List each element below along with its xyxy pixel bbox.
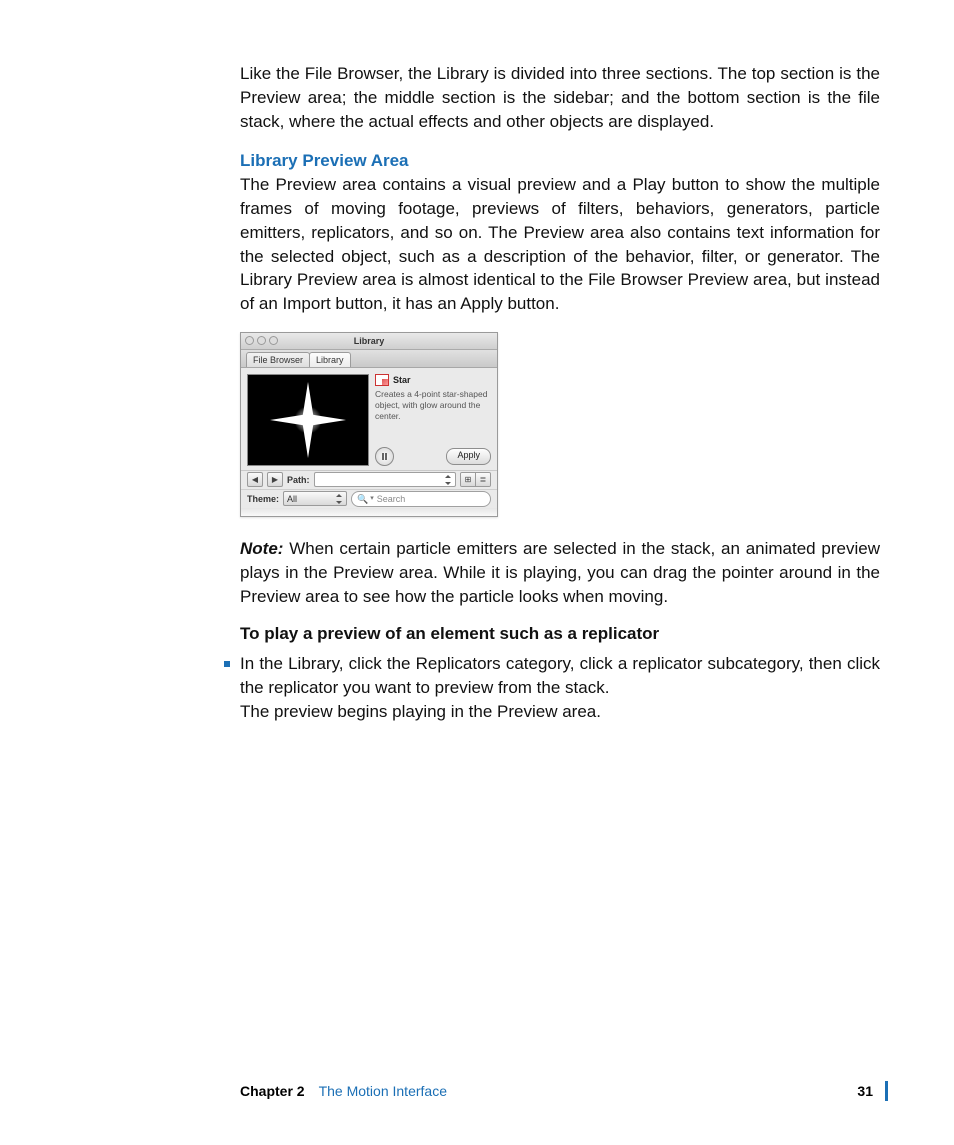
path-popup[interactable] (314, 472, 457, 487)
library-panel: Library File Browser Library (240, 332, 498, 517)
content-column: Like the File Browser, the Library is di… (240, 62, 880, 724)
section-heading: Library Preview Area (240, 149, 880, 173)
result-paragraph: The preview begins playing in the Previe… (240, 700, 880, 724)
preview-info: Star Creates a 4-point star-shaped objec… (369, 374, 491, 466)
footer-title: The Motion Interface (319, 1083, 447, 1099)
section-paragraph: The Preview area contains a visual previ… (240, 173, 880, 316)
task-heading: To play a preview of an element such as … (240, 622, 880, 646)
bullet-text: In the Library, click the Replicators ca… (240, 652, 880, 700)
nav-forward-button[interactable]: ▶ (267, 472, 283, 487)
intro-paragraph: Like the File Browser, the Library is di… (240, 62, 880, 133)
chevron-updown-icon (444, 475, 452, 485)
search-field[interactable]: 🔍 ▾ Search (351, 491, 491, 507)
path-row: ◀ ▶ Path: ⊞ ≣ (241, 471, 497, 490)
item-name: Star (393, 374, 411, 387)
view-mode-toggle[interactable]: ⊞ ≣ (460, 472, 491, 487)
footer-page-number: 31 (857, 1083, 873, 1099)
tab-bar: File Browser Library (241, 350, 497, 368)
path-label: Path: (287, 474, 310, 487)
note-paragraph: Note: When certain particle emitters are… (240, 537, 880, 608)
theme-value: All (287, 493, 297, 506)
bullet-icon (224, 661, 230, 667)
tab-library[interactable]: Library (309, 352, 351, 367)
theme-label: Theme: (247, 493, 279, 506)
bullet-item: In the Library, click the Replicators ca… (240, 652, 880, 700)
panel-fade (241, 508, 497, 516)
chevron-updown-icon (335, 494, 343, 504)
play-button[interactable] (375, 447, 394, 466)
list-view-icon[interactable]: ≣ (475, 473, 490, 486)
nav-back-button[interactable]: ◀ (247, 472, 263, 487)
note-text: When certain particle emitters are selec… (240, 539, 880, 606)
pause-icon (382, 453, 388, 460)
note-label: Note: (240, 539, 283, 558)
chevron-down-icon: ▾ (370, 494, 374, 504)
preview-area: Star Creates a 4-point star-shaped objec… (241, 368, 497, 471)
page-footer: Chapter 2 The Motion Interface 31 (240, 1081, 888, 1101)
page: Like the File Browser, the Library is di… (0, 0, 954, 1145)
grid-view-icon[interactable]: ⊞ (461, 473, 475, 486)
window-titlebar: Library (241, 333, 497, 350)
footer-chapter: Chapter 2 (240, 1083, 305, 1099)
theme-popup[interactable]: All (283, 491, 347, 506)
window-title: Library (241, 335, 497, 348)
search-placeholder: Search (377, 493, 406, 506)
apply-button[interactable]: Apply (446, 448, 491, 465)
theme-row: Theme: All 🔍 ▾ Search (241, 490, 497, 508)
item-description: Creates a 4-point star-shaped object, wi… (375, 389, 491, 422)
search-icon: 🔍 (357, 493, 368, 506)
generator-icon (375, 374, 389, 386)
footer-accent-bar (885, 1081, 888, 1101)
preview-thumbnail[interactable] (247, 374, 369, 466)
tab-file-browser[interactable]: File Browser (246, 352, 310, 367)
